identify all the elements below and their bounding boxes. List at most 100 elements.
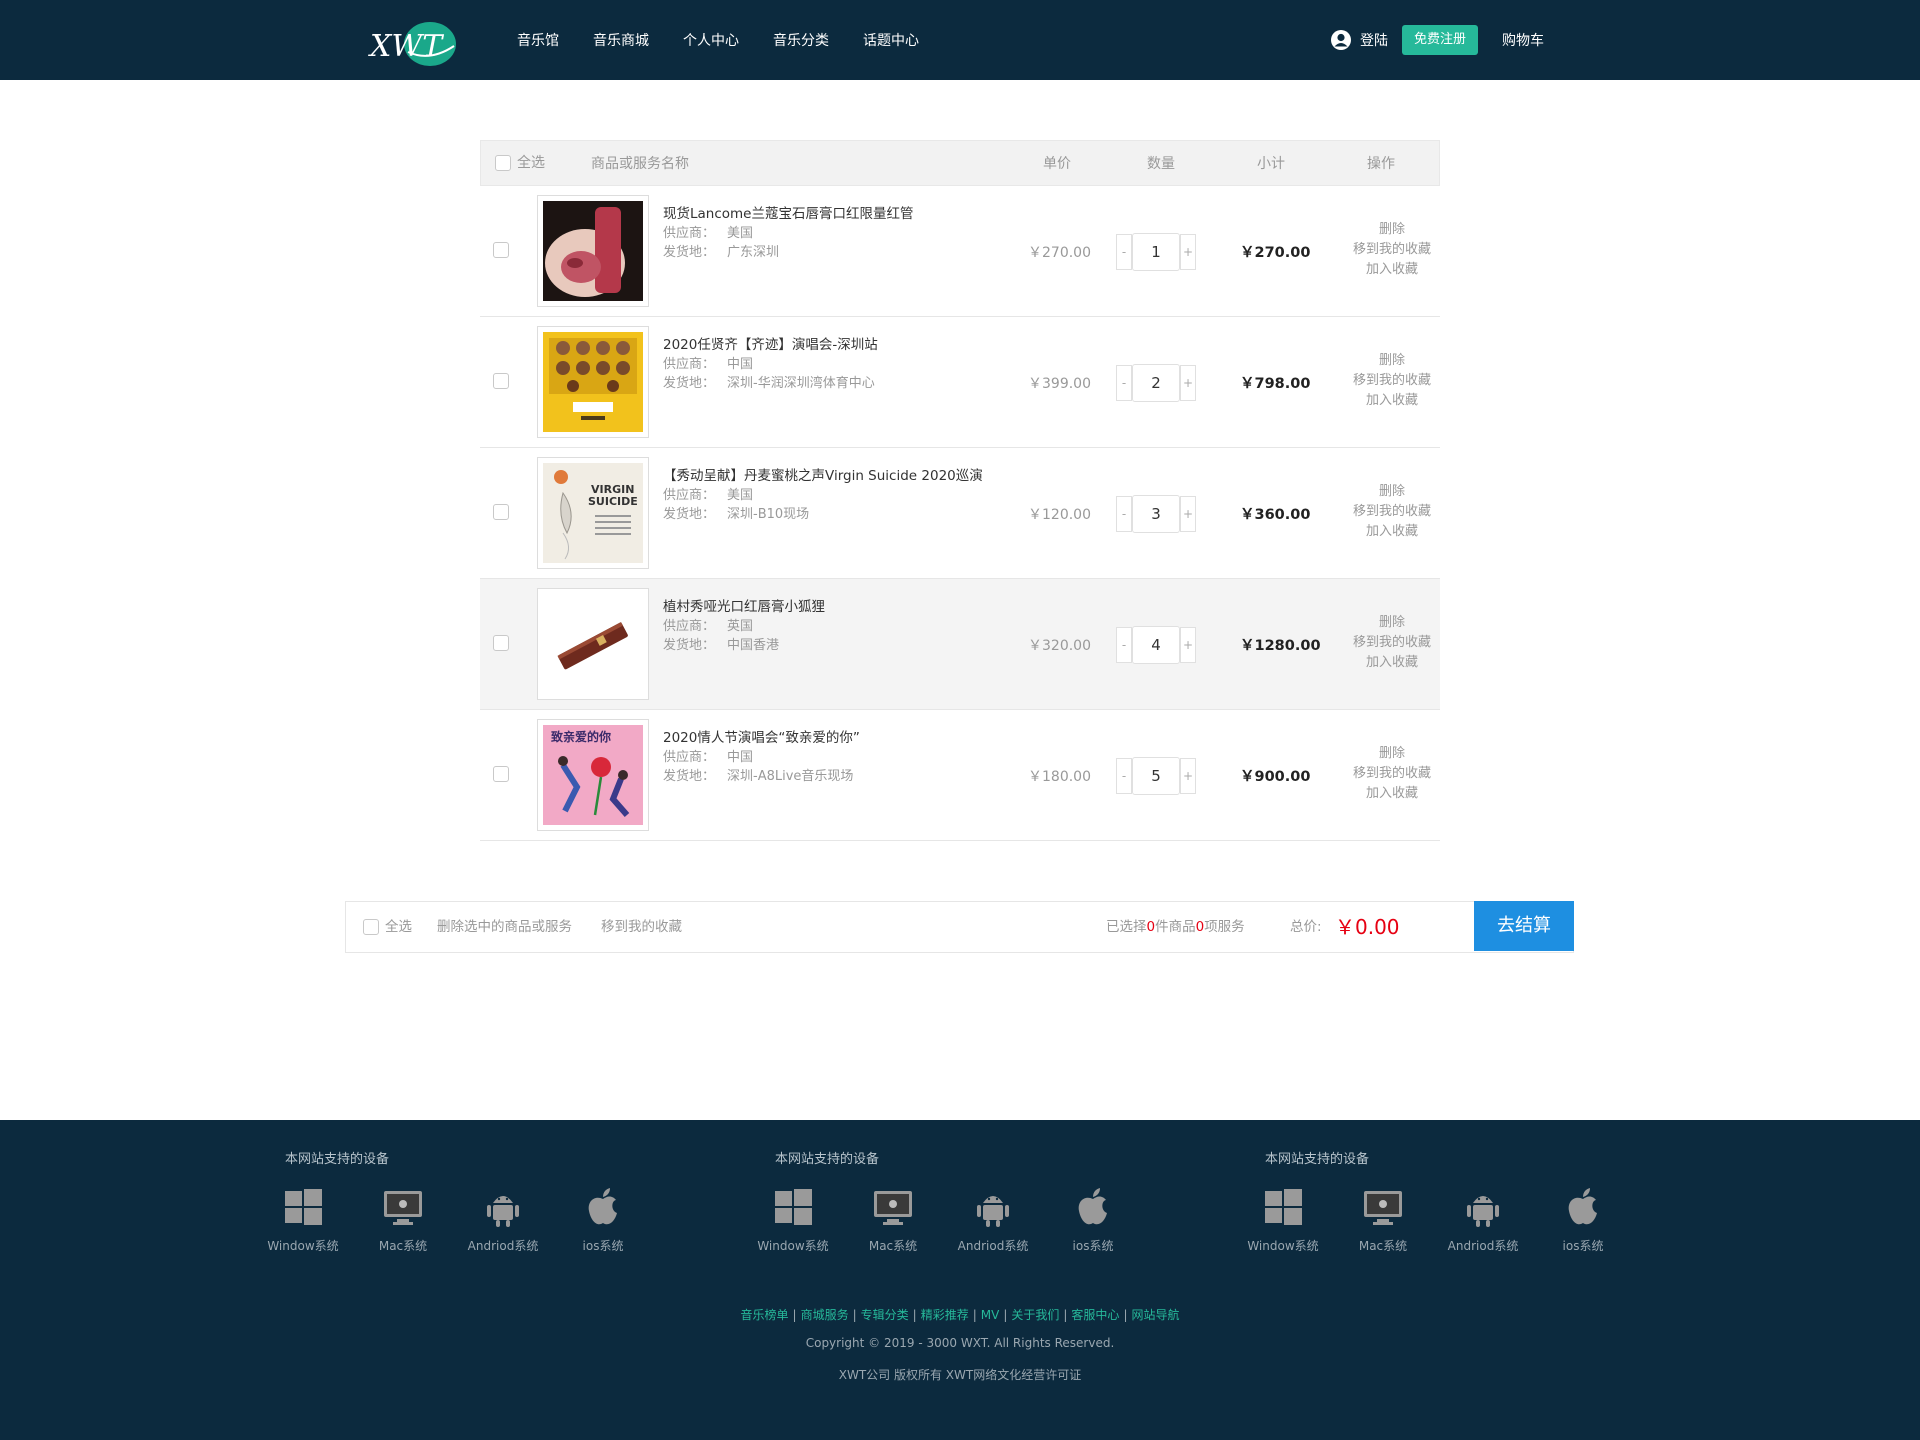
product-image-lipstick[interactable] [537, 195, 649, 307]
item-operations: 删除 移到我的收藏 加入收藏 [1339, 744, 1445, 804]
link-separator: | [1123, 1308, 1128, 1322]
product-image-valentine-poster[interactable]: 致亲爱的你 [537, 719, 649, 831]
item-checkbox[interactable] [493, 373, 509, 389]
quantity-input[interactable]: 3 [1132, 495, 1180, 533]
footer-link[interactable]: 专辑分类 [861, 1308, 909, 1322]
windows-icon [1233, 1185, 1333, 1229]
mac-monitor-icon [353, 1185, 453, 1229]
select-all-header[interactable]: 全选 [495, 152, 545, 174]
add-favorite-link[interactable]: 加入收藏 [1339, 391, 1445, 411]
supplier-label: 供应商： [663, 226, 716, 241]
device-item: Mac系统 [843, 1185, 943, 1254]
device-label: Window系统 [1247, 1239, 1319, 1253]
selected-goods-count: 0 [1146, 919, 1156, 935]
device-label: Mac系统 [378, 1239, 428, 1253]
cart-table: 全选 商品或服务名称 单价 数量 小计 操作 现货Lancome兰蔻宝石唇膏口红… [480, 140, 1440, 841]
decrease-button[interactable]: - [1116, 496, 1132, 532]
move-to-favorites-link[interactable]: 移到我的收藏 [1339, 371, 1445, 391]
add-favorite-link[interactable]: 加入收藏 [1339, 784, 1445, 804]
selected-mid: 件商品 [1155, 919, 1196, 935]
footer-link[interactable]: 关于我们 [1011, 1308, 1059, 1322]
link-separator: | [972, 1308, 977, 1322]
column-quantity: 数量 [1147, 156, 1175, 172]
delete-link[interactable]: 删除 [1339, 220, 1445, 240]
login-link[interactable]: 登陆 [1360, 30, 1388, 50]
quantity-input[interactable]: 4 [1132, 626, 1180, 664]
item-checkbox[interactable] [493, 766, 509, 782]
supported-devices-title: 本网站支持的设备 [1265, 1152, 1370, 1167]
product-title[interactable]: 2020任贤齐【齐迹】演唱会-深圳站 [663, 336, 878, 355]
increase-button[interactable]: + [1180, 234, 1196, 270]
increase-button[interactable]: + [1180, 758, 1196, 794]
windows-icon [253, 1185, 353, 1229]
user-area: 登陆 免费注册 购物车 [1330, 0, 1544, 80]
quantity-input[interactable]: 2 [1132, 364, 1180, 402]
product-title[interactable]: 植村秀哑光口红唇膏小狐狸 [663, 598, 825, 617]
product-image-concert-poster[interactable] [537, 326, 649, 438]
footer-link[interactable]: 商城服务 [801, 1308, 849, 1322]
nav-music-mall[interactable]: 音乐商城 [593, 30, 649, 50]
nav-topic-center[interactable]: 话题中心 [863, 30, 919, 50]
increase-button[interactable]: + [1180, 496, 1196, 532]
item-checkbox[interactable] [493, 504, 509, 520]
product-image-lipstick-case[interactable] [537, 588, 649, 700]
quantity-input[interactable]: 1 [1132, 233, 1180, 271]
register-button[interactable]: 免费注册 [1402, 25, 1479, 55]
increase-button[interactable]: + [1180, 627, 1196, 663]
select-all-checkbox[interactable] [495, 155, 511, 171]
decrease-button[interactable]: - [1116, 627, 1132, 663]
device-item: ios系统 [1043, 1185, 1143, 1254]
user-icon[interactable] [1330, 29, 1352, 51]
supplier-value: 中国 [727, 750, 754, 765]
delete-selected-link[interactable]: 删除选中的商品或服务 [437, 902, 572, 952]
product-info: 【秀动呈献】丹麦蜜桃之声Virgin Suicide 2020巡演 供应商： 美国… [663, 467, 983, 524]
footer-link[interactable]: 客服中心 [1071, 1308, 1119, 1322]
item-checkbox[interactable] [493, 242, 509, 258]
device-label: Andriod系统 [467, 1239, 539, 1253]
move-to-favorites-link[interactable]: 移到我的收藏 [1339, 240, 1445, 260]
device-label: Andriod系统 [957, 1239, 1029, 1253]
move-to-favorites-bulk-link[interactable]: 移到我的收藏 [601, 902, 682, 952]
footer-link[interactable]: MV [981, 1308, 1000, 1322]
add-favorite-link[interactable]: 加入收藏 [1339, 522, 1445, 542]
product-title[interactable]: 【秀动呈献】丹麦蜜桃之声Virgin Suicide 2020巡演 [663, 467, 983, 486]
product-title[interactable]: 2020情人节演唱会“致亲爱的你” [663, 729, 860, 748]
move-to-favorites-link[interactable]: 移到我的收藏 [1339, 764, 1445, 784]
footer-link[interactable]: 网站导航 [1131, 1308, 1179, 1322]
add-favorite-link[interactable]: 加入收藏 [1339, 653, 1445, 673]
delete-link[interactable]: 删除 [1339, 613, 1445, 633]
product-image-virgin-suicide-poster[interactable]: VIRGIN SUICIDE [537, 457, 649, 569]
delete-link[interactable]: 删除 [1339, 744, 1445, 764]
footer-link[interactable]: 音乐榜单 [741, 1308, 789, 1322]
nav-personal-center[interactable]: 个人中心 [683, 30, 739, 50]
site-logo[interactable]: XWT [368, 18, 460, 70]
delete-link[interactable]: 删除 [1339, 482, 1445, 502]
item-checkbox[interactable] [493, 635, 509, 651]
decrease-button[interactable]: - [1116, 234, 1132, 270]
column-operations: 操作 [1367, 156, 1395, 172]
increase-button[interactable]: + [1180, 365, 1196, 401]
ship-from-value: 深圳-华润深圳湾体育中心 [727, 376, 875, 391]
nav-music-category[interactable]: 音乐分类 [773, 30, 829, 50]
nav-music-hall[interactable]: 音乐馆 [517, 30, 559, 50]
product-title[interactable]: 现货Lancome兰蔻宝石唇膏口红限量红管 [663, 205, 914, 224]
add-favorite-link[interactable]: 加入收藏 [1339, 260, 1445, 280]
checkout-button[interactable]: 去结算 [1474, 901, 1574, 951]
delete-link[interactable]: 删除 [1339, 351, 1445, 371]
ship-from-label: 发货地： [663, 638, 716, 653]
apple-icon [1043, 1185, 1143, 1229]
decrease-button[interactable]: - [1116, 758, 1132, 794]
move-to-favorites-link[interactable]: 移到我的收藏 [1339, 633, 1445, 653]
product-info: 2020任贤齐【齐迹】演唱会-深圳站 供应商： 中国 发货地： 深圳-华润深圳湾体育… [663, 336, 878, 393]
device-label: ios系统 [582, 1239, 624, 1253]
cart-link[interactable]: 购物车 [1502, 30, 1544, 50]
bottom-select-all-checkbox[interactable] [363, 919, 379, 935]
decrease-button[interactable]: - [1116, 365, 1132, 401]
item-subtotal: ￥900.00 [1240, 769, 1311, 785]
bottom-select-all[interactable]: 全选 [363, 918, 412, 936]
quantity-input[interactable]: 5 [1132, 757, 1180, 795]
device-item: Window系统 [1233, 1185, 1333, 1254]
footer-link[interactable]: 精彩推荐 [921, 1308, 969, 1322]
move-to-favorites-link[interactable]: 移到我的收藏 [1339, 502, 1445, 522]
device-item: ios系统 [553, 1185, 653, 1254]
